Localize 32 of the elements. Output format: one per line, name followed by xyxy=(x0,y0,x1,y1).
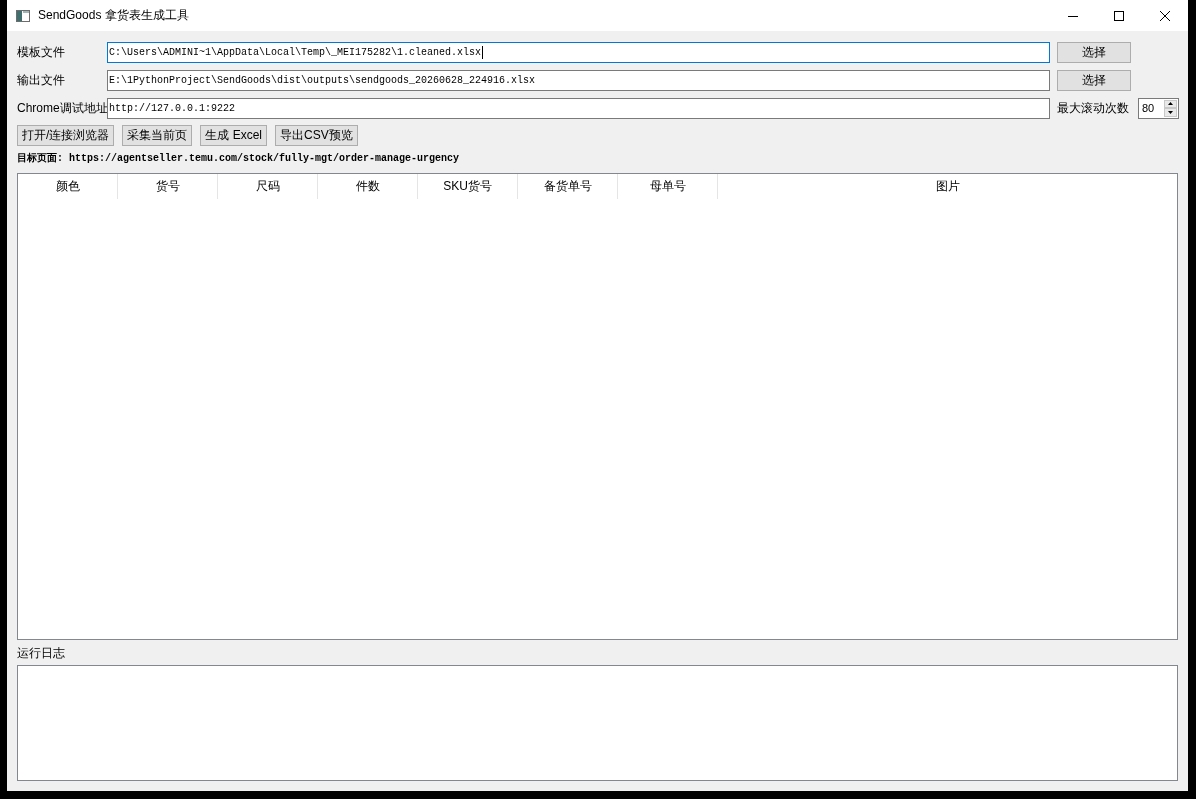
column-header: 备货单号 xyxy=(518,174,618,199)
maximize-icon xyxy=(1114,10,1124,21)
window-title: SendGoods 拿货表生成工具 xyxy=(38,7,189,24)
choose-button[interactable]: 选择 xyxy=(1057,69,1131,91)
action-button[interactable]: 打开/连接浏览器 xyxy=(17,125,115,146)
column-header: 货号 xyxy=(118,174,218,199)
field-label: 最大滚动次数 xyxy=(1057,99,1129,117)
field-label: Chrome调试地址 xyxy=(17,99,107,117)
log-label: 运行日志 xyxy=(17,645,66,662)
input-field[interactable]: E:\1PythonProject\SendGoods\dist\outputs\sendgoods_20260628_224916.xlsx xyxy=(107,69,1050,91)
close-icon xyxy=(1160,10,1170,21)
step-down-button[interactable] xyxy=(1164,108,1177,117)
up-arrow-icon xyxy=(1168,102,1173,106)
column-header: 尺码 xyxy=(218,174,318,199)
field-label: 模板文件 xyxy=(17,43,66,61)
down-arrow-icon xyxy=(1168,110,1173,114)
action-button[interactable]: 生成 Excel xyxy=(200,125,268,146)
spin-box[interactable]: 80 xyxy=(1138,97,1179,119)
column-header: 颜色 xyxy=(18,174,118,199)
text-cursor xyxy=(482,45,484,59)
app-window-icon xyxy=(16,9,30,22)
column-header: 母单号 xyxy=(618,174,718,199)
choose-button[interactable]: 选择 xyxy=(1057,41,1131,63)
action-button[interactable]: 采集当前页 xyxy=(122,125,193,146)
column-header: SKU货号 xyxy=(418,174,518,199)
action-button[interactable]: 导出CSV预览 xyxy=(275,125,358,146)
input-field[interactable]: C:\Users\ADMINI~1\AppData\Local\Temp\_MEI175282\1.cleaned.xlsx xyxy=(107,41,1050,63)
target-page-text: 目标页面: https://agentseller.temu.com/stock/fully-mgt/order-manage-urgency xyxy=(17,151,461,166)
input-field[interactable]: http://127.0.0.1:9222 xyxy=(107,97,1050,119)
column-header: 图片 xyxy=(934,178,961,195)
field-label: 输出文件 xyxy=(17,71,66,89)
column-header: 件数 xyxy=(318,174,418,199)
